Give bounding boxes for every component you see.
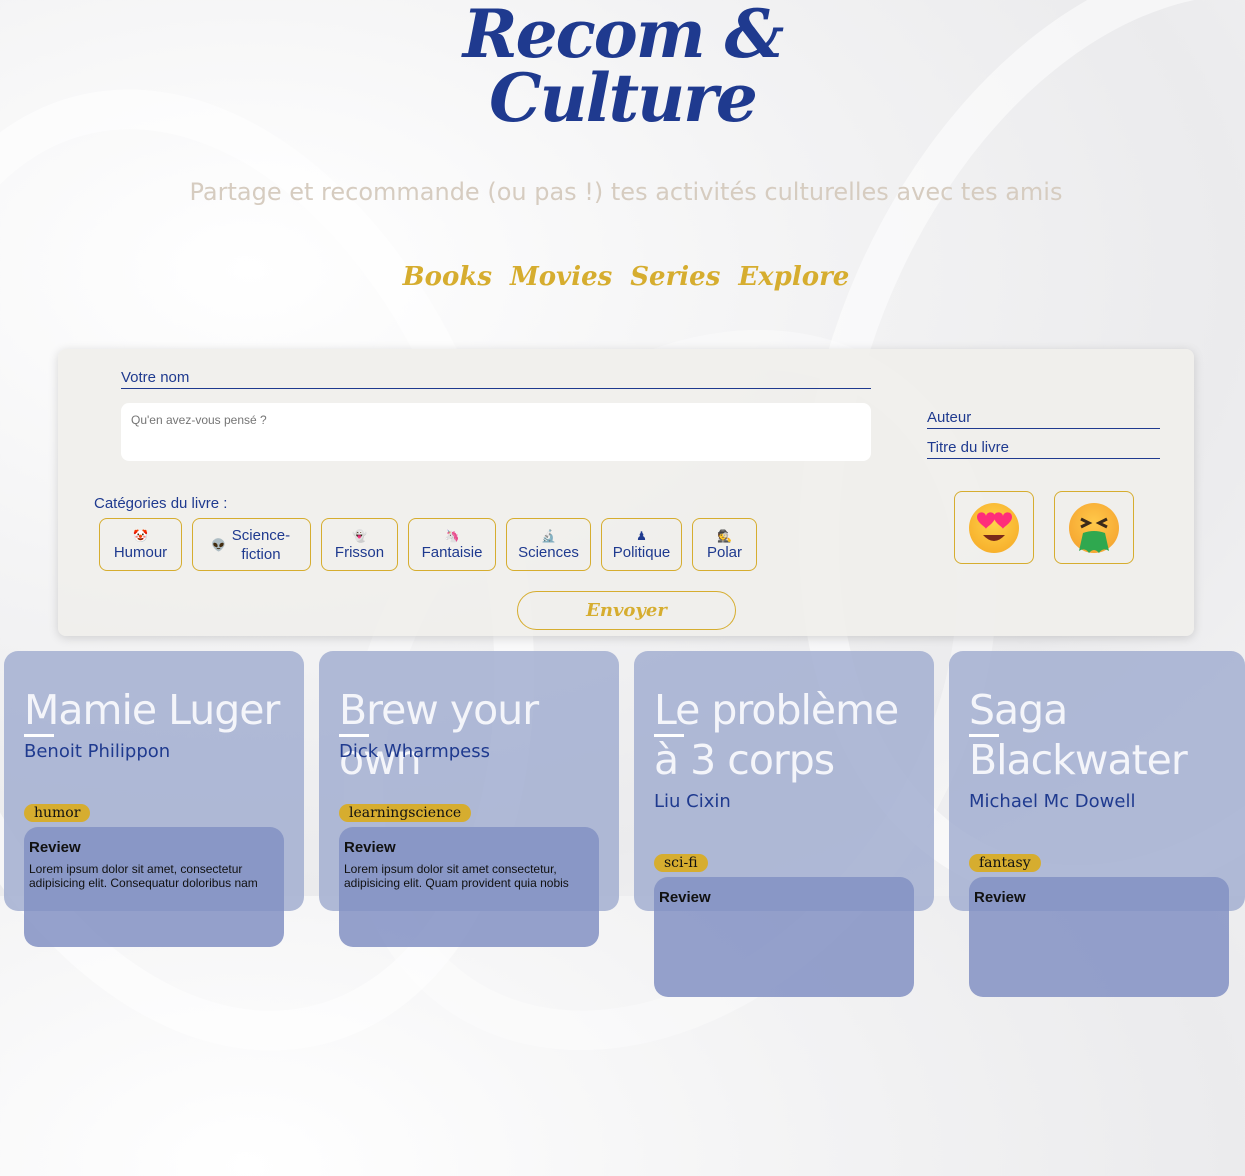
category-label: Humour — [113, 543, 168, 561]
review-box: Review Lorem ipsum dolor sit amet consec… — [339, 827, 599, 947]
review-box: Review — [654, 877, 914, 997]
main-nav: Books Movies Series Explore — [0, 262, 1245, 292]
card-title: Mamie Luger — [24, 685, 294, 737]
review-title: Review — [344, 839, 396, 856]
nav-explore[interactable]: Explore — [738, 262, 849, 292]
review-title: Review — [29, 839, 81, 856]
alien-icon: 👽 — [211, 538, 226, 552]
category-politique[interactable]: ♟ Politique — [601, 518, 682, 571]
review-text: Lorem ipsum dolor sit amet, consectetur … — [29, 862, 258, 890]
category-list: 🤡 Humour 👽 Science-fiction 👻 Frisson 🦄 F… — [99, 518, 757, 571]
reaction-love-button[interactable] — [954, 491, 1034, 564]
detective-icon: 🕵 — [717, 528, 732, 543]
category-humour[interactable]: 🤡 Humour — [99, 518, 182, 571]
card-author: Michael Mc Dowell — [969, 791, 1136, 812]
categories-label: Catégories du livre : — [94, 495, 228, 512]
category-tag: fantasy — [969, 854, 1041, 872]
tagline: Partage et recommande (ou pas !) tes act… — [189, 178, 1063, 206]
site-logo[interactable]: Recom & Culture — [0, 0, 1245, 137]
review-form: Catégories du livre : 🤡 Humour 👽 Science… — [58, 349, 1194, 636]
review-text: Lorem ipsum dolor sit amet consectetur, … — [344, 862, 569, 890]
category-tag: humor — [24, 804, 91, 822]
clown-icon: 🤡 — [133, 528, 148, 543]
book-card[interactable]: Saga Blackwater Michael Mc Dowell fantas… — [949, 651, 1245, 997]
category-label: Frisson — [334, 543, 385, 561]
card-author: Liu Cixin — [654, 791, 731, 812]
card-title: Brew your own — [339, 685, 609, 785]
card-title: Le problème à 3 corps — [654, 685, 924, 785]
category-tag: learningscience — [339, 804, 472, 822]
category-sciences[interactable]: 🔬 Sciences — [506, 518, 591, 571]
category-label: Sciences — [518, 543, 579, 561]
review-title: Review — [659, 889, 711, 906]
review-box: Review — [969, 877, 1229, 997]
book-title-input[interactable] — [927, 439, 1160, 459]
category-polar[interactable]: 🕵 Polar — [692, 518, 757, 571]
card-author: Dick Wharmpess — [339, 741, 491, 762]
microscope-icon: 🔬 — [541, 528, 556, 543]
author-input[interactable] — [927, 409, 1160, 429]
review-textarea[interactable] — [121, 403, 871, 461]
category-label: Politique — [612, 543, 671, 561]
reaction-dislike-button[interactable] — [1054, 491, 1134, 564]
chess-pawn-icon: ♟ — [636, 528, 647, 543]
submit-button[interactable]: Envoyer — [517, 591, 736, 630]
category-tag: sci-fi — [654, 854, 708, 872]
nav-series[interactable]: Series — [630, 262, 720, 292]
review-title: Review — [974, 889, 1026, 906]
category-label: Polar — [706, 543, 743, 561]
book-card[interactable]: Brew your own Dick Wharmpess learningsci… — [319, 651, 619, 947]
logo-line-1: Recom & — [462, 0, 784, 73]
card-title: Saga Blackwater — [969, 685, 1239, 785]
category-label: Science-fiction — [231, 527, 291, 563]
heart-eyes-face-icon — [969, 502, 1019, 553]
category-label: Fantaisie — [421, 543, 483, 561]
unicorn-icon: 🦄 — [444, 528, 460, 543]
logo-line-2: Culture — [489, 59, 758, 137]
nav-movies[interactable]: Movies — [510, 262, 612, 292]
name-input[interactable] — [121, 369, 871, 389]
category-science-fiction[interactable]: 👽 Science-fiction — [192, 518, 311, 571]
category-label-row: 👽 Science-fiction — [211, 526, 292, 564]
vomiting-face-icon — [1069, 502, 1119, 553]
card-author: Benoit Philippon — [24, 741, 171, 762]
book-card[interactable]: Mamie Luger Benoit Philippon humor Revie… — [4, 651, 304, 947]
book-card[interactable]: Le problème à 3 corps Liu Cixin sci-fi R… — [634, 651, 934, 997]
ghost-icon: 👻 — [352, 528, 367, 543]
category-fantaisie[interactable]: 🦄 Fantaisie — [408, 518, 496, 571]
review-box: Review Lorem ipsum dolor sit amet, conse… — [24, 827, 284, 947]
category-frisson[interactable]: 👻 Frisson — [321, 518, 398, 571]
nav-books[interactable]: Books — [403, 262, 492, 292]
